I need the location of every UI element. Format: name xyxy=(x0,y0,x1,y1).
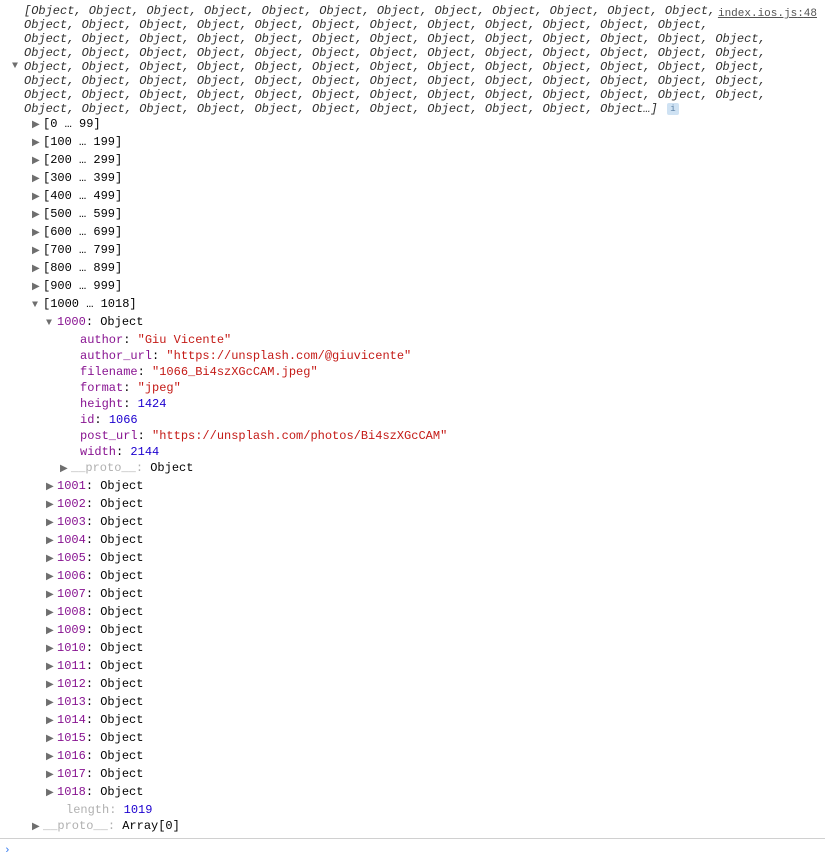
console-prompt[interactable]: › xyxy=(0,838,825,858)
disclosure-triangle-icon[interactable]: ▶ xyxy=(46,714,56,730)
array-item-row[interactable]: ▶1006: Object xyxy=(0,568,825,586)
disclosure-triangle-icon[interactable]: ▶ xyxy=(32,118,42,134)
array-item-row[interactable]: ▶1015: Object xyxy=(0,730,825,748)
disclosure-triangle-icon[interactable]: ▶ xyxy=(32,280,42,296)
range-row[interactable]: ▶[200 … 299] xyxy=(0,152,825,170)
array-item-row[interactable]: ▶1017: Object xyxy=(0,766,825,784)
disclosure-triangle-icon[interactable]: ▶ xyxy=(46,480,56,496)
proto-row[interactable]: ▶__proto__: Object xyxy=(0,460,825,478)
disclosure-triangle-icon[interactable]: ▶ xyxy=(46,678,56,694)
disclosure-triangle-icon[interactable]: ▼ xyxy=(32,298,42,314)
array-summary-row[interactable]: ▼ [Object, Object, Object, Object, Objec… xyxy=(0,4,825,116)
array-item-row[interactable]: ▶1009: Object xyxy=(0,622,825,640)
disclosure-triangle-icon[interactable]: ▶ xyxy=(46,642,56,658)
array-item-row[interactable]: ▶1010: Object xyxy=(0,640,825,658)
array-item-row[interactable]: ▶1014: Object xyxy=(0,712,825,730)
range-row[interactable]: ▶[700 … 799] xyxy=(0,242,825,260)
disclosure-triangle-icon[interactable]: ▶ xyxy=(46,534,56,550)
array-item-row[interactable]: ▶1011: Object xyxy=(0,658,825,676)
disclosure-triangle-icon[interactable]: ▶ xyxy=(46,552,56,568)
disclosure-triangle-icon[interactable]: ▶ xyxy=(46,516,56,532)
object-tree: ▶[0 … 99]▶[100 … 199]▶[200 … 299]▶[300 …… xyxy=(0,116,825,836)
disclosure-triangle-icon[interactable]: ▶ xyxy=(46,786,56,802)
range-row[interactable]: ▶[900 … 999] xyxy=(0,278,825,296)
info-icon[interactable]: i xyxy=(667,103,679,115)
array-item-row[interactable]: ▼1000: Object xyxy=(0,314,825,332)
disclosure-triangle-icon[interactable]: ▶ xyxy=(46,588,56,604)
disclosure-triangle-icon[interactable]: ▶ xyxy=(46,750,56,766)
disclosure-triangle-icon[interactable]: ▶ xyxy=(60,462,70,478)
disclosure-triangle-icon[interactable]: ▶ xyxy=(46,606,56,622)
array-item-row[interactable]: ▶1012: Object xyxy=(0,676,825,694)
property-row[interactable]: author: "Giu Vicente" xyxy=(0,332,825,348)
disclosure-triangle-icon[interactable]: ▶ xyxy=(32,154,42,170)
array-item-row[interactable]: ▶1001: Object xyxy=(0,478,825,496)
range-row[interactable]: ▶[600 … 699] xyxy=(0,224,825,242)
range-row[interactable]: ▶[300 … 399] xyxy=(0,170,825,188)
disclosure-triangle-icon[interactable]: ▶ xyxy=(32,262,42,278)
length-row[interactable]: length: 1019 xyxy=(0,802,825,818)
disclosure-triangle-icon[interactable]: ▶ xyxy=(32,136,42,152)
array-item-row[interactable]: ▶1016: Object xyxy=(0,748,825,766)
range-row[interactable]: ▶[100 … 199] xyxy=(0,134,825,152)
disclosure-triangle-icon[interactable]: ▶ xyxy=(32,190,42,206)
range-label: [0 … 99] xyxy=(43,117,101,131)
disclosure-triangle-icon[interactable]: ▶ xyxy=(46,696,56,712)
disclosure-triangle-icon[interactable]: ▶ xyxy=(32,820,42,836)
array-item-row[interactable]: ▶1002: Object xyxy=(0,496,825,514)
disclosure-triangle-icon[interactable]: ▶ xyxy=(46,660,56,676)
property-row[interactable]: format: "jpeg" xyxy=(0,380,825,396)
property-row[interactable]: width: 2144 xyxy=(0,444,825,460)
range-label: [800 … 899] xyxy=(43,261,122,275)
range-label: [200 … 299] xyxy=(43,153,122,167)
disclosure-triangle-icon[interactable]: ▼ xyxy=(46,316,56,332)
disclosure-triangle-icon[interactable]: ▶ xyxy=(46,570,56,586)
range-label: [300 … 399] xyxy=(43,171,122,185)
range-label: [600 … 699] xyxy=(43,225,122,239)
proto-row[interactable]: ▶__proto__: Array[0] xyxy=(0,818,825,836)
range-label: [400 … 499] xyxy=(43,189,122,203)
disclosure-triangle-icon[interactable]: ▶ xyxy=(46,624,56,640)
disclosure-triangle-icon[interactable]: ▼ xyxy=(12,60,18,74)
range-row[interactable]: ▶[400 … 499] xyxy=(0,188,825,206)
range-row[interactable]: ▶[800 … 899] xyxy=(0,260,825,278)
disclosure-triangle-icon[interactable]: ▶ xyxy=(32,172,42,188)
array-item-row[interactable]: ▶1007: Object xyxy=(0,586,825,604)
property-row[interactable]: height: 1424 xyxy=(0,396,825,412)
array-summary-text: [Object, Object, Object, Object, Object,… xyxy=(24,4,766,116)
disclosure-triangle-icon[interactable]: ▶ xyxy=(46,732,56,748)
range-label: [900 … 999] xyxy=(43,279,122,293)
range-row[interactable]: ▼[1000 … 1018] xyxy=(0,296,825,314)
array-item-row[interactable]: ▶1004: Object xyxy=(0,532,825,550)
disclosure-triangle-icon[interactable]: ▶ xyxy=(46,498,56,514)
range-label: [1000 … 1018] xyxy=(43,297,137,311)
prompt-caret-icon: › xyxy=(4,843,11,859)
array-item-row[interactable]: ▶1018: Object xyxy=(0,784,825,802)
property-row[interactable]: author_url: "https://unsplash.com/@giuvi… xyxy=(0,348,825,364)
array-item-row[interactable]: ▶1005: Object xyxy=(0,550,825,568)
array-item-row[interactable]: ▶1008: Object xyxy=(0,604,825,622)
disclosure-triangle-icon[interactable]: ▶ xyxy=(46,768,56,784)
disclosure-triangle-icon[interactable]: ▶ xyxy=(32,208,42,224)
range-row[interactable]: ▶[0 … 99] xyxy=(0,116,825,134)
array-item-row[interactable]: ▶1003: Object xyxy=(0,514,825,532)
array-item-row[interactable]: ▶1013: Object xyxy=(0,694,825,712)
range-label: [500 … 599] xyxy=(43,207,122,221)
range-label: [100 … 199] xyxy=(43,135,122,149)
range-label: [700 … 799] xyxy=(43,243,122,257)
range-row[interactable]: ▶[500 … 599] xyxy=(0,206,825,224)
property-row[interactable]: id: 1066 xyxy=(0,412,825,428)
property-row[interactable]: filename: "1066_Bi4szXGcCAM.jpeg" xyxy=(0,364,825,380)
disclosure-triangle-icon[interactable]: ▶ xyxy=(32,226,42,242)
console-output: index.ios.js:48 ▼ [Object, Object, Objec… xyxy=(0,0,825,836)
disclosure-triangle-icon[interactable]: ▶ xyxy=(32,244,42,260)
property-row[interactable]: post_url: "https://unsplash.com/photos/B… xyxy=(0,428,825,444)
